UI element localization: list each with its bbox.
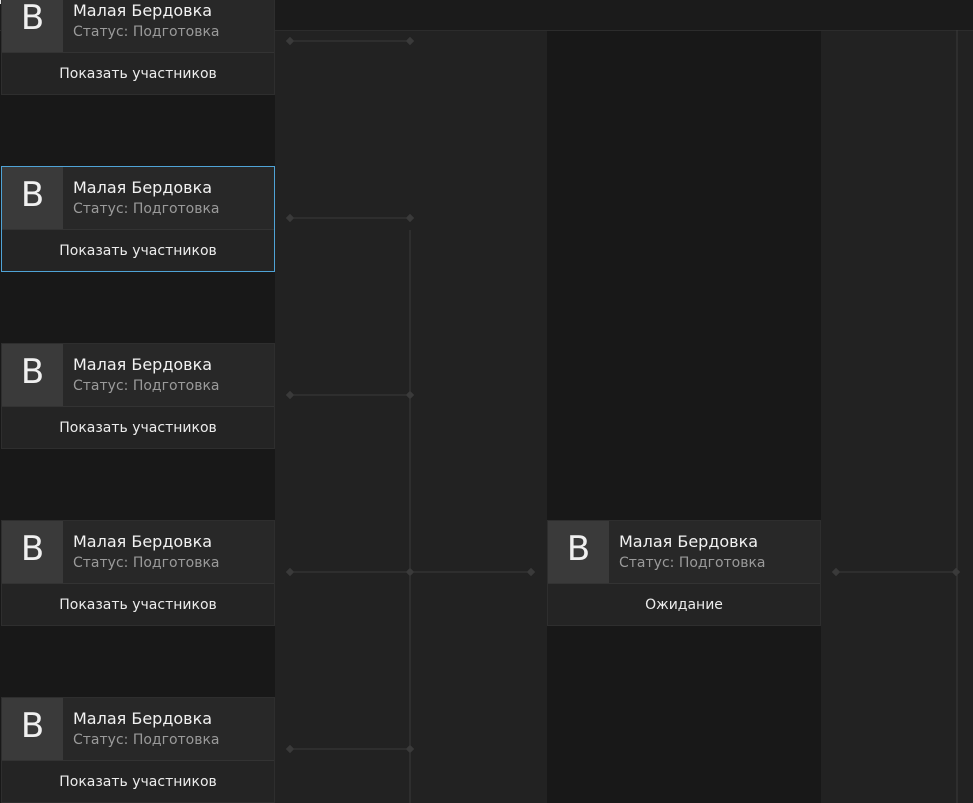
match-card-header: B Малая Бердовка Статус: Подготовка [2, 521, 274, 583]
match-card-header: B Малая Бердовка Статус: Подготовка [2, 344, 274, 406]
match-card[interactable]: B Малая Бердовка Статус: Подготовка Ожид… [547, 520, 821, 626]
match-status: Статус: Подготовка [73, 201, 220, 217]
show-participants-button[interactable]: Показать участников [2, 584, 274, 626]
match-card[interactable]: B Малая Бердовка Статус: Подготовка Пока… [1, 697, 275, 803]
diamond-node-icon [951, 567, 961, 577]
match-status: Статус: Подготовка [73, 378, 220, 394]
diamond-node-icon [285, 36, 295, 46]
diamond-node-icon [285, 213, 295, 223]
avatar: B [2, 521, 63, 583]
match-status: Статус: Подготовка [73, 24, 220, 40]
match-status: Статус: Подготовка [73, 732, 220, 748]
diamond-node-icon [526, 567, 536, 577]
show-participants-button[interactable]: Показать участников [2, 230, 274, 272]
match-name: Малая Бердовка [73, 532, 213, 551]
show-participants-button[interactable]: Показать участников [2, 53, 274, 95]
diamond-node-icon [405, 213, 415, 223]
match-card[interactable]: B Малая Бердовка Статус: Подготовка Пока… [1, 520, 275, 626]
match-card[interactable]: B Малая Бердовка Статус: Подготовка Пока… [1, 343, 275, 449]
match-name: Малая Бердовка [73, 709, 213, 728]
match-name: Малая Бердовка [619, 532, 759, 551]
match-card[interactable]: B Малая Бердовка Статус: Подготовка Пока… [1, 0, 275, 95]
match-card-header: B Малая Бердовка Статус: Подготовка [2, 0, 274, 52]
match-name: Малая Бердовка [73, 1, 213, 20]
avatar: B [548, 521, 609, 583]
match-card-selected[interactable]: B Малая Бердовка Статус: Подготовка Пока… [1, 166, 275, 272]
diamond-node-icon [285, 390, 295, 400]
diamond-node-icon [405, 567, 415, 577]
diamond-node-icon [405, 744, 415, 754]
match-card-header: B Малая Бердовка Статус: Подготовка [2, 698, 274, 760]
diamond-node-icon [285, 744, 295, 754]
match-status: Статус: Подготовка [619, 555, 766, 571]
show-participants-button[interactable]: Показать участников [2, 761, 274, 803]
diamond-node-icon [831, 567, 841, 577]
avatar: B [2, 0, 63, 52]
diamond-node-icon [285, 567, 295, 577]
match-name: Малая Бердовка [73, 178, 213, 197]
match-status: Статус: Подготовка [73, 555, 220, 571]
avatar: B [2, 344, 63, 406]
match-card-header: B Малая Бердовка Статус: Подготовка [2, 167, 274, 229]
avatar: B [2, 167, 63, 229]
waiting-label: Ожидание [645, 597, 723, 613]
match-card-header: B Малая Бердовка Статус: Подготовка [548, 521, 820, 583]
avatar: B [2, 698, 63, 760]
match-name: Малая Бердовка [73, 355, 213, 374]
diamond-node-icon [405, 36, 415, 46]
show-participants-button[interactable]: Показать участников [2, 407, 274, 449]
diamond-node-icon [405, 390, 415, 400]
